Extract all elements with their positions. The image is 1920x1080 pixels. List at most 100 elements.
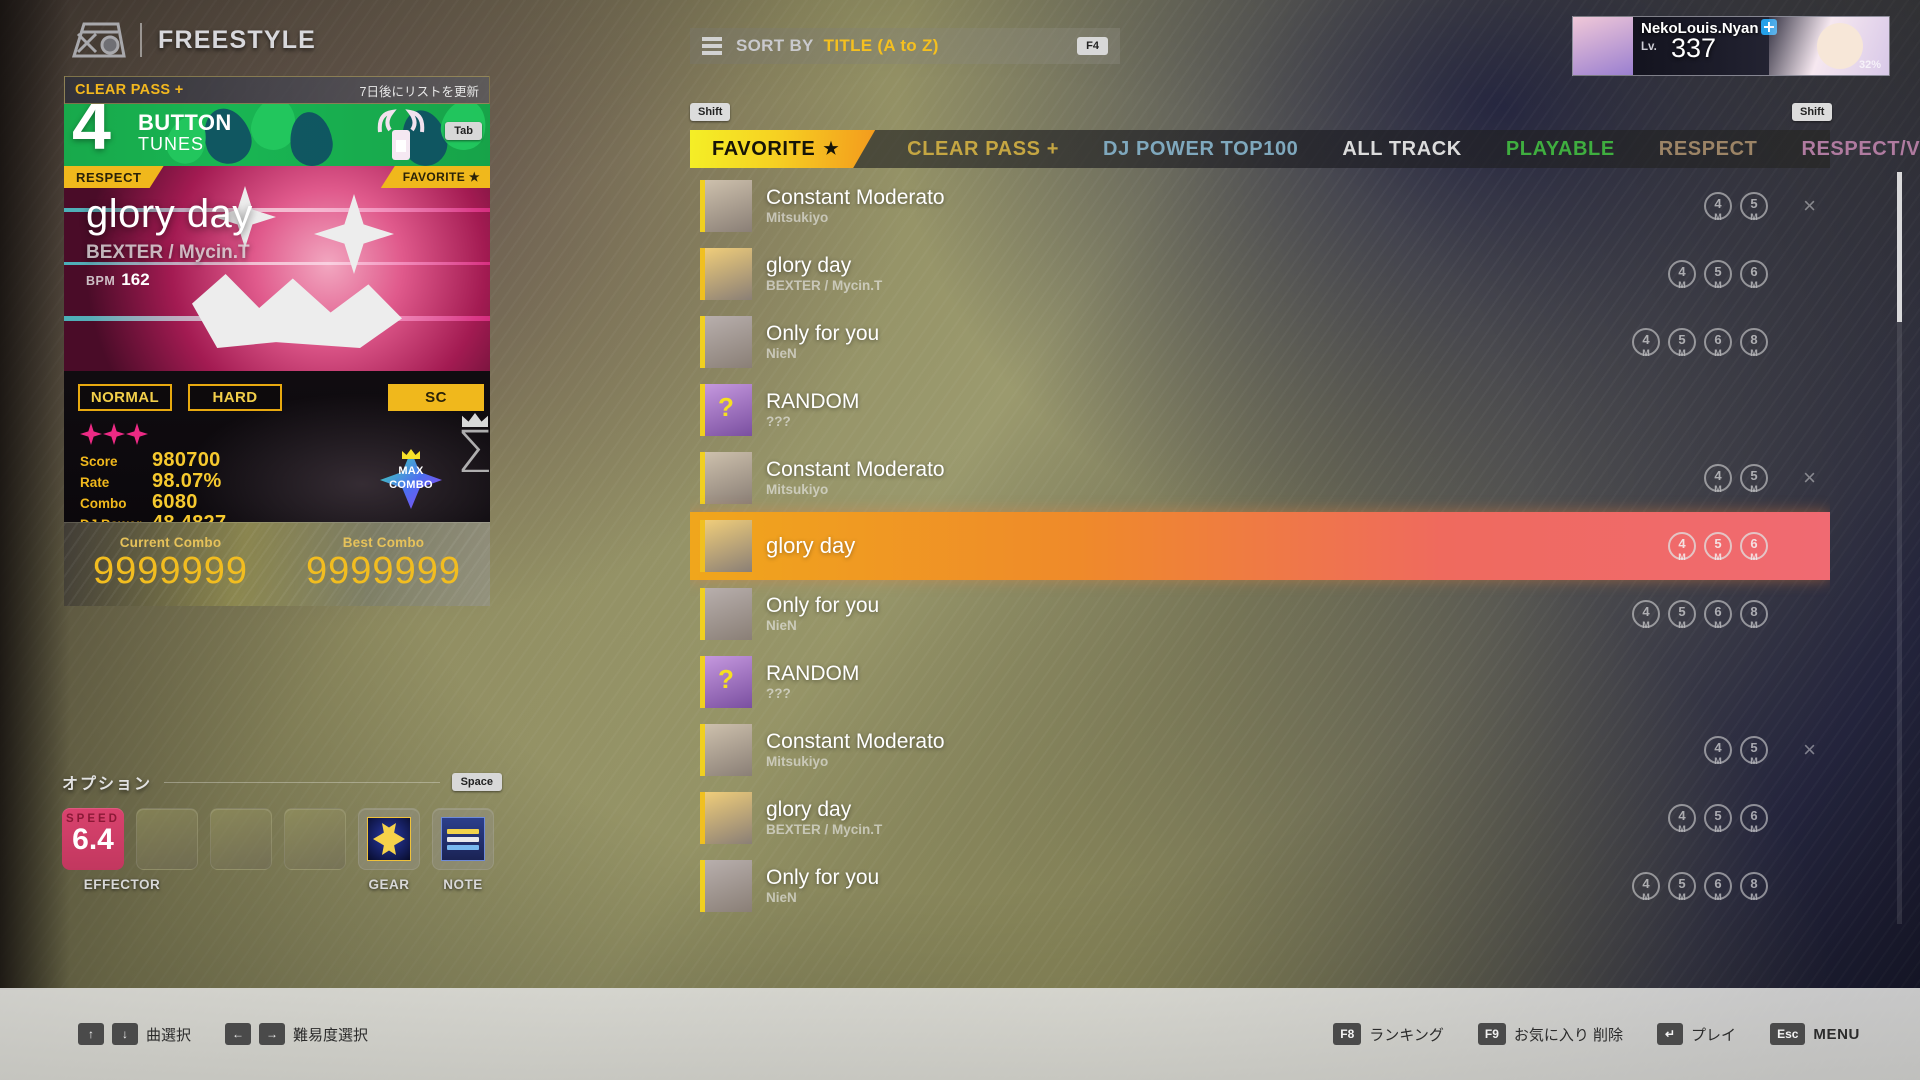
stat-value: 980700: [152, 449, 221, 471]
options-divider: [164, 781, 440, 783]
song-row-title: Constant Moderato: [766, 730, 945, 753]
bottom-hint[interactable]: ↑ ↓ 曲選択: [78, 1023, 191, 1045]
key-cap[interactable]: ↓: [112, 1023, 138, 1045]
bpm-value: 162: [121, 270, 150, 289]
shift-key-left[interactable]: Shift: [690, 103, 731, 121]
sort-by-value: TITLE (A to Z): [823, 36, 939, 55]
options-section: オプション Space SPEED 6.4 EFFECTOR GEAR NOTE: [62, 770, 502, 892]
max-combo-line2: COMBO: [389, 479, 433, 491]
difficulty-badge-icon[interactable]: 6M: [1740, 260, 1768, 290]
difficulty-badge-icon[interactable]: 8M: [1740, 328, 1768, 358]
song-row[interactable]: Constant Moderato Mitsukiyo 4 M 5 M ×: [690, 716, 1830, 784]
close-icon[interactable]: ×: [1803, 193, 1816, 219]
key-cap[interactable]: Esc: [1770, 1023, 1806, 1045]
tab-favorite[interactable]: FAVORITE ★: [690, 130, 875, 168]
key-cap[interactable]: ←: [225, 1023, 252, 1045]
difficulty-badge-icon[interactable]: 6M: [1704, 328, 1732, 358]
difficulty-normal[interactable]: NORMAL: [78, 384, 172, 411]
song-row[interactable]: glory day BEXTER / Mycin.T 4 M 5 M 6 M: [690, 784, 1830, 852]
effector-slot-1[interactable]: [136, 808, 198, 870]
difficulty-badge-icon[interactable]: 5M: [1740, 736, 1768, 766]
song-row[interactable]: Constant Moderato Mitsukiyo 4 M 5 M ×: [690, 444, 1830, 512]
tab-all-track[interactable]: ALL TRACK: [1320, 130, 1483, 168]
song-row[interactable]: ? RANDOM???: [690, 376, 1830, 444]
tab-playable[interactable]: PLAYABLE: [1484, 130, 1637, 168]
combo-panel: Current Combo 9999999 Best Combo 9999999: [64, 522, 490, 606]
difficulty-badge-icon[interactable]: 5M: [1740, 192, 1768, 222]
difficulty-badge-icon[interactable]: 4M: [1704, 464, 1732, 494]
tab-key-hint[interactable]: Tab: [445, 122, 482, 140]
difficulty-badge-icon[interactable]: 5M: [1704, 532, 1732, 562]
difficulty-badge-icon[interactable]: 8M: [1740, 600, 1768, 630]
difficulty-badge-icon[interactable]: 4M: [1632, 872, 1660, 902]
close-icon[interactable]: ×: [1803, 737, 1816, 763]
song-row[interactable]: ? RANDOM???: [690, 648, 1830, 716]
f4-key-hint[interactable]: F4: [1077, 37, 1108, 55]
difficulty-hard[interactable]: HARD: [188, 384, 282, 411]
key-cap[interactable]: →: [259, 1023, 286, 1045]
song-row[interactable]: glory day BEXTER / Mycin.T 4 M 5 M 6 M: [690, 240, 1830, 308]
sort-bar[interactable]: SORT BY TITLE (A to Z) F4: [690, 28, 1120, 64]
options-title: オプション: [62, 776, 153, 793]
song-row[interactable]: Only for you NieN 4 M 5 M 6 M 8 M: [690, 308, 1830, 376]
difficulty-badge-icon[interactable]: 4M: [1668, 804, 1696, 834]
bottom-hint[interactable]: F9 お気に入り 削除: [1477, 1023, 1623, 1045]
difficulty-badge-icon[interactable]: 4M: [1632, 328, 1660, 358]
bottom-hint[interactable]: ← → 難易度選択: [225, 1023, 368, 1045]
difficulty-badge-icon[interactable]: 4M: [1704, 736, 1732, 766]
difficulty-badge-icon[interactable]: 5M: [1740, 464, 1768, 494]
difficulty-badge-icon[interactable]: 4M: [1632, 600, 1660, 630]
avatar: [1573, 17, 1633, 75]
player-card[interactable]: NekoLouis.Nyan Lv. 337 32%: [1572, 16, 1890, 76]
difficulty-badge-icon[interactable]: 5M: [1668, 872, 1696, 902]
song-list-scrollbar[interactable]: [1897, 172, 1902, 924]
bottom-hint[interactable]: Esc MENU: [1770, 1023, 1860, 1045]
key-cap[interactable]: F9: [1477, 1023, 1506, 1045]
song-info: glory day BEXTER / Mycin.T: [766, 254, 882, 294]
tab-respect[interactable]: RESPECT: [1637, 130, 1780, 168]
speed-option[interactable]: SPEED 6.4: [62, 808, 124, 870]
note-option[interactable]: [432, 808, 494, 870]
effector-slot-3[interactable]: [284, 808, 346, 870]
song-row[interactable]: Only for you NieN 4 M 5 M 6 M 8 M: [690, 852, 1830, 920]
clear-pass-bar[interactable]: CLEAR PASS + 7日後にリストを更新: [64, 76, 490, 104]
difficulty-badge-icon[interactable]: 6M: [1740, 532, 1768, 562]
song-row[interactable]: glory day 4 M 5 M 6 M: [690, 512, 1830, 580]
tab-favorite-label: FAVORITE: [712, 137, 816, 160]
difficulty-badge-icon[interactable]: 5M: [1704, 260, 1732, 290]
effector-slot-2[interactable]: [210, 808, 272, 870]
djmax-logo-icon: [71, 22, 126, 58]
bottom-hint[interactable]: ↵ プレイ: [1657, 1023, 1736, 1045]
difficulty-badge-icon[interactable]: 5M: [1668, 328, 1696, 358]
max-combo-badge: MAX COMBO: [380, 449, 442, 509]
tab-clear-pass[interactable]: CLEAR PASS +: [885, 130, 1081, 168]
difficulty-badge-icon[interactable]: 5M: [1704, 804, 1732, 834]
difficulty-badge-icon[interactable]: 4M: [1668, 260, 1696, 290]
shift-key-right[interactable]: Shift: [1792, 103, 1833, 121]
difficulty-badge-icon[interactable]: 6M: [1704, 872, 1732, 902]
key-cap[interactable]: ↵: [1657, 1023, 1684, 1045]
close-icon[interactable]: ×: [1803, 465, 1816, 491]
difficulty-badge-icon[interactable]: 8M: [1740, 872, 1768, 902]
difficulty-row: NORMAL HARD SC: [78, 384, 484, 411]
song-row[interactable]: Constant Moderato Mitsukiyo 4 M 5 M ×: [690, 172, 1830, 240]
difficulty-badge-icon[interactable]: 5M: [1668, 600, 1696, 630]
difficulty-badges: 4M 5M 6M: [1668, 532, 1830, 562]
difficulty-badge-icon[interactable]: 6M: [1704, 600, 1732, 630]
song-list[interactable]: Constant Moderato Mitsukiyo 4 M 5 M × glory day…: [690, 172, 1830, 924]
hamburger-icon[interactable]: [702, 37, 722, 55]
key-cap[interactable]: F8: [1333, 1023, 1362, 1045]
space-key-hint[interactable]: Space: [451, 773, 502, 791]
difficulty-sc[interactable]: SC: [388, 384, 484, 411]
difficulty-badge-icon[interactable]: 4M: [1668, 532, 1696, 562]
banner-line2: TUNES: [138, 134, 205, 154]
key-cap[interactable]: ↑: [78, 1023, 104, 1045]
bottom-hint[interactable]: F8 ランキング: [1333, 1023, 1444, 1045]
tab-respect-v[interactable]: RESPECT/V: [1779, 130, 1920, 168]
tab-dj-power[interactable]: DJ POWER TOP100: [1081, 130, 1320, 168]
song-row[interactable]: Only for you NieN 4 M 5 M 6 M 8 M: [690, 580, 1830, 648]
scrollbar-thumb[interactable]: [1897, 172, 1902, 322]
gear-option[interactable]: [358, 808, 420, 870]
difficulty-badge-icon[interactable]: 4M: [1704, 192, 1732, 222]
difficulty-badge-icon[interactable]: 6M: [1740, 804, 1768, 834]
